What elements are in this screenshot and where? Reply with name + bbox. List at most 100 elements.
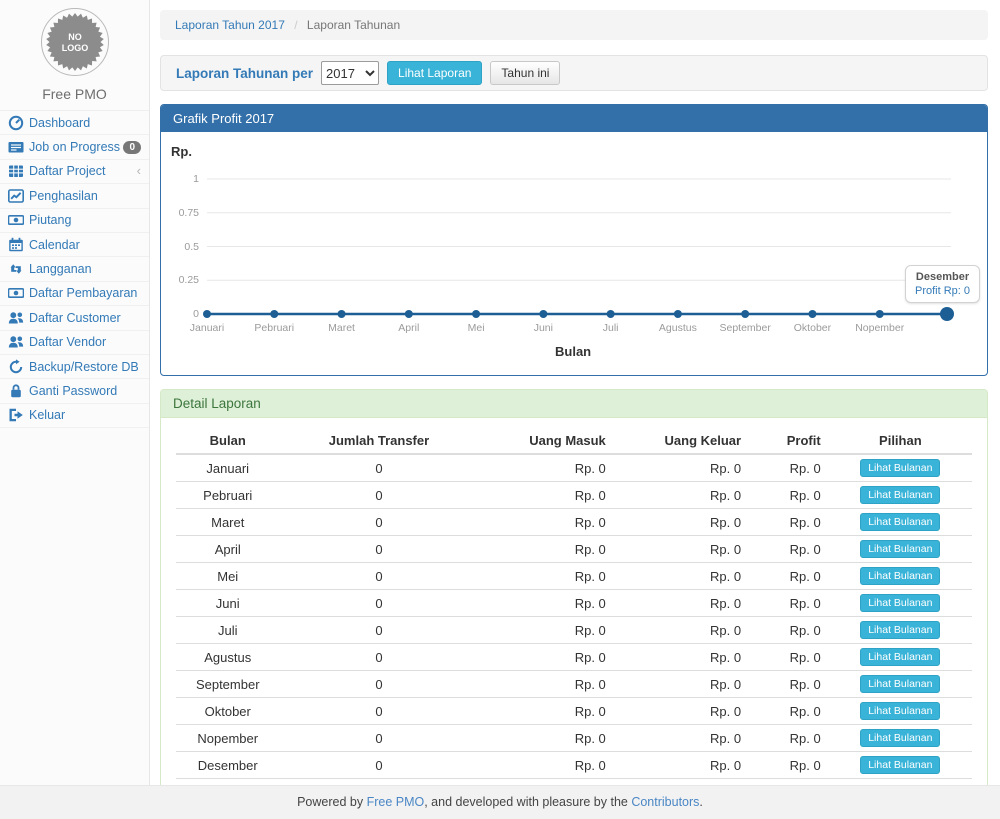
chart-tooltip: Desember Profit Rp: 0 (905, 265, 980, 303)
table-row-juni: Juni 0 Rp. 0 Rp. 0 Rp. 0 Lihat Bulanan (176, 590, 972, 617)
sidebar-item-dashboard[interactable]: Dashboard (0, 111, 149, 135)
data-point-desember[interactable] (940, 307, 954, 321)
data-point-september[interactable] (741, 310, 749, 318)
x-axis-label: Bulan (555, 344, 591, 359)
cell-uang-masuk: Rp. 0 (478, 644, 613, 671)
footer-text-suffix: . (699, 795, 702, 809)
sidebar-item-daftar-pembayaran[interactable]: Daftar Pembayaran (0, 282, 149, 306)
cell-bulan: Agustus (176, 644, 279, 671)
sidebar-item-ganti-password[interactable]: Ganti Password (0, 379, 149, 403)
view-month-button-juli[interactable]: Lihat Bulanan (860, 621, 940, 639)
lock-icon (8, 384, 24, 397)
sidebar-item-label: Calendar (29, 238, 80, 252)
profit-chart-panel: Grafik Profit 2017 Rp.00.250.50.751Janua… (160, 104, 988, 376)
sidebar-item-calendar[interactable]: Calendar (0, 233, 149, 257)
sidebar-item-label: Langganan (29, 262, 92, 276)
view-report-button[interactable]: Lihat Laporan (387, 61, 482, 85)
view-month-button-juni[interactable]: Lihat Bulanan (860, 594, 940, 612)
cell-profit: Rp. 0 (749, 536, 829, 563)
view-month-button-januari[interactable]: Lihat Bulanan (860, 459, 940, 477)
cell-jumlah-transfer: 0 (279, 563, 478, 590)
footer-link-contributors[interactable]: Contributors (631, 795, 699, 809)
year-select[interactable]: 2017 (321, 61, 379, 85)
cell-jumlah-transfer: 0 (279, 482, 478, 509)
cell-uang-masuk: Rp. 0 (478, 698, 613, 725)
cell-jumlah-transfer: 0 (279, 536, 478, 563)
cell-bulan: April (176, 536, 279, 563)
cell-bulan: Juni (176, 590, 279, 617)
cell-profit: Rp. 0 (749, 563, 829, 590)
data-point-april[interactable] (405, 310, 413, 318)
view-month-button-nopember[interactable]: Lihat Bulanan (860, 729, 940, 747)
cell-jumlah-transfer: 0 (279, 698, 478, 725)
cell-jumlah-transfer: 0 (279, 725, 478, 752)
sidebar-item-daftar-customer[interactable]: Daftar Customer (0, 306, 149, 330)
cell-uang-keluar: Rp. 0 (614, 752, 749, 779)
cell-jumlah-transfer: 0 (279, 617, 478, 644)
column-header-pilihan: Pilihan (829, 428, 972, 454)
view-month-button-april[interactable]: Lihat Bulanan (860, 540, 940, 558)
footer-link-free-pmo[interactable]: Free PMO (367, 795, 425, 809)
view-month-button-agustus[interactable]: Lihat Bulanan (860, 648, 940, 666)
data-point-agustus[interactable] (674, 310, 682, 318)
table-icon (8, 165, 24, 178)
table-header-row: BulanJumlah TransferUang MasukUang Kelua… (176, 428, 972, 454)
data-point-maret[interactable] (338, 310, 346, 318)
cell-uang-keluar: Rp. 0 (614, 454, 749, 482)
brand-area: NO LOGO Free PMO (0, 0, 149, 110)
cell-jumlah-transfer: 0 (279, 752, 478, 779)
cell-uang-keluar: Rp. 0 (614, 509, 749, 536)
report-filter-bar: Laporan Tahunan per 2017 Lihat Laporan T… (160, 55, 988, 91)
sidebar-item-piutang[interactable]: Piutang (0, 209, 149, 233)
data-point-nopember[interactable] (876, 310, 884, 318)
cell-bulan: Januari (176, 454, 279, 482)
data-point-mei[interactable] (472, 310, 480, 318)
sidebar-item-daftar-project[interactable]: Daftar Project‹ (0, 160, 149, 184)
cell-jumlah-transfer: 0 (279, 509, 478, 536)
view-month-button-desember[interactable]: Lihat Bulanan (860, 756, 940, 774)
line-chart-icon (8, 189, 24, 202)
table-row-mei: Mei 0 Rp. 0 Rp. 0 Rp. 0 Lihat Bulanan (176, 563, 972, 590)
cell-uang-keluar: Rp. 0 (614, 590, 749, 617)
cell-uang-masuk: Rp. 0 (478, 482, 613, 509)
sign-out-icon (8, 409, 24, 422)
data-point-juni[interactable] (539, 310, 547, 318)
sidebar-item-job-on-progress[interactable]: Job on Progress0 (0, 135, 149, 159)
cell-uang-keluar: Rp. 0 (614, 671, 749, 698)
data-point-juli[interactable] (607, 310, 615, 318)
table-row-pebruari: Pebruari 0 Rp. 0 Rp. 0 Rp. 0 Lihat Bulan… (176, 482, 972, 509)
tooltip-month: Desember (915, 271, 970, 283)
sidebar-item-label: Keluar (29, 408, 65, 422)
svg-text:NO: NO (68, 32, 82, 42)
view-month-button-pebruari[interactable]: Lihat Bulanan (860, 486, 940, 504)
view-month-button-maret[interactable]: Lihat Bulanan (860, 513, 940, 531)
cell-bulan: Mei (176, 563, 279, 590)
table-row-april: April 0 Rp. 0 Rp. 0 Rp. 0 Lihat Bulanan (176, 536, 972, 563)
sidebar-item-keluar[interactable]: Keluar (0, 404, 149, 428)
data-point-januari[interactable] (203, 310, 211, 318)
sidebar-item-label: Piutang (29, 213, 71, 227)
breadcrumb-link-laporan-tahun[interactable]: Laporan Tahun 2017 (175, 18, 285, 32)
x-tick-label: Pebruari (239, 322, 309, 334)
data-point-oktober[interactable] (808, 310, 816, 318)
sidebar-item-langganan[interactable]: Langganan (0, 257, 149, 281)
sidebar-item-backup-restore-db[interactable]: Backup/Restore DB (0, 355, 149, 379)
view-month-button-mei[interactable]: Lihat Bulanan (860, 567, 940, 585)
breadcrumb: Laporan Tahun 2017 / Laporan Tahunan (160, 10, 988, 40)
filter-label: Laporan Tahunan per (176, 66, 313, 81)
sidebar-item-label: Daftar Pembayaran (29, 286, 137, 300)
cell-uang-masuk: Rp. 0 (478, 752, 613, 779)
data-point-pebruari[interactable] (270, 310, 278, 318)
sidebar-item-label: Penghasilan (29, 189, 98, 203)
users-icon (8, 336, 24, 349)
detail-report-panel: Detail Laporan BulanJumlah TransferUang … (160, 389, 988, 785)
sidebar-item-daftar-vendor[interactable]: Daftar Vendor (0, 331, 149, 355)
this-year-button[interactable]: Tahun ini (490, 61, 560, 85)
view-month-button-september[interactable]: Lihat Bulanan (860, 675, 940, 693)
sidebar-item-penghasilan[interactable]: Penghasilan (0, 184, 149, 208)
x-tick-label: Mei (441, 322, 511, 334)
cell-uang-masuk: Rp. 0 (478, 617, 613, 644)
y-tick-label: 0.25 (163, 274, 199, 286)
view-month-button-oktober[interactable]: Lihat Bulanan (860, 702, 940, 720)
cell-bulan: Desember (176, 752, 279, 779)
